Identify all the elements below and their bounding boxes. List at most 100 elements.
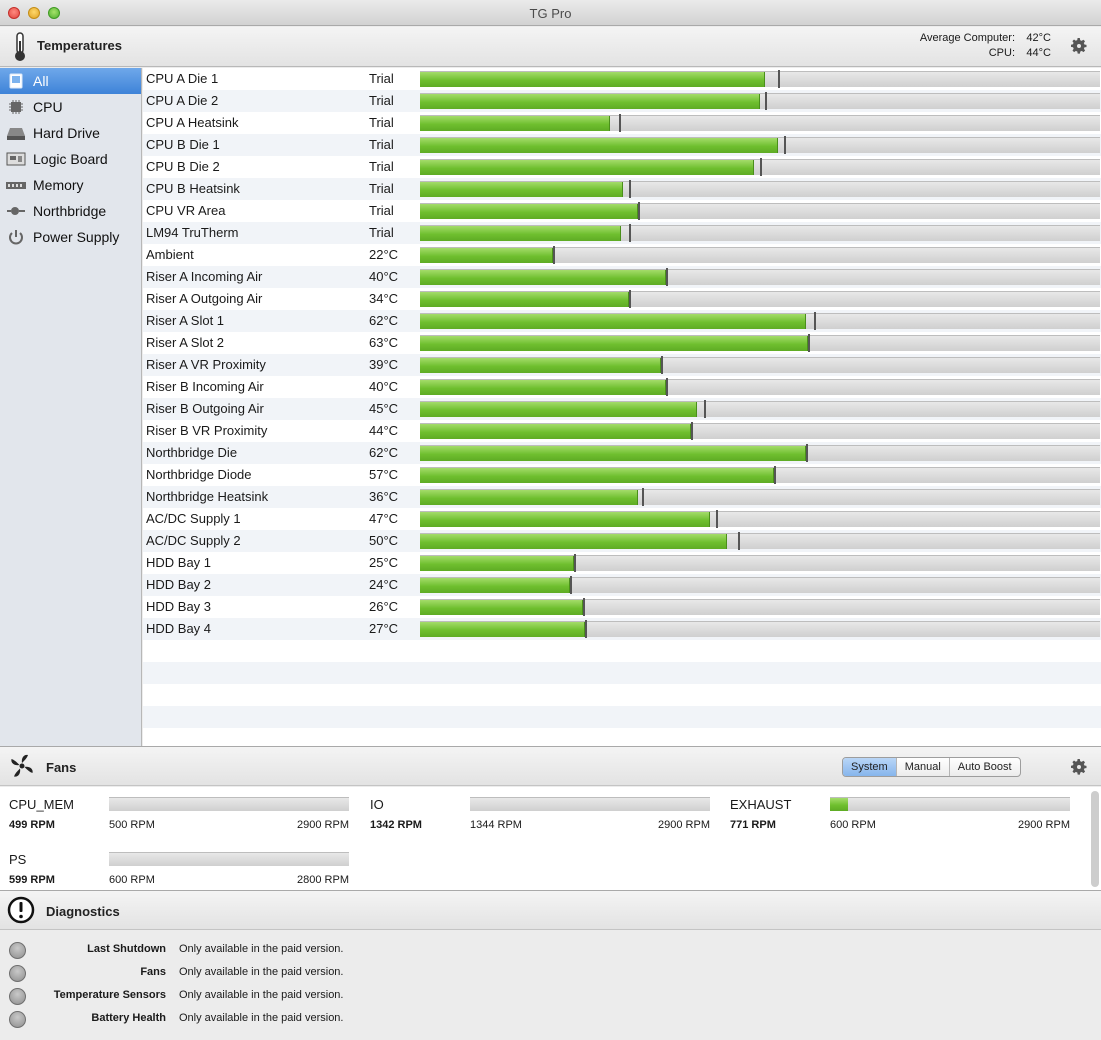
fans-title: Fans xyxy=(46,760,77,775)
sensor-row[interactable]: Riser B VR Proximity 44°C xyxy=(143,420,1101,442)
sensor-name: LM94 TruTherm xyxy=(146,225,239,240)
temperature-bar-fill xyxy=(420,116,610,131)
status-indicator xyxy=(9,965,26,982)
exclamation-icon xyxy=(7,896,35,924)
sensor-name: AC/DC Supply 2 xyxy=(146,533,241,548)
sensor-value: Trial xyxy=(369,203,394,218)
sensor-row[interactable]: CPU A Heatsink Trial xyxy=(143,112,1101,134)
temperature-bar-fill xyxy=(420,468,774,483)
sensor-name: Riser A Incoming Air xyxy=(146,269,263,284)
sensor-value: 39°C xyxy=(369,357,399,372)
sensor-row[interactable]: CPU B Heatsink Trial xyxy=(143,178,1101,200)
diagnostic-value: Only available in the paid version. xyxy=(179,943,344,955)
sensor-row[interactable]: AC/DC Supply 2 50°C xyxy=(143,530,1101,552)
sidebar-item-power-supply[interactable]: Power Supply xyxy=(0,224,141,250)
sidebar-item-all[interactable]: All xyxy=(0,68,141,94)
sensor-row[interactable]: HDD Bay 3 26°C xyxy=(143,596,1101,618)
sensor-name: HDD Bay 4 xyxy=(146,621,212,636)
fans-scrollbar[interactable] xyxy=(1091,791,1099,887)
sidebar-item-logic-board[interactable]: Logic Board xyxy=(0,146,141,172)
temperature-bar xyxy=(420,246,1100,264)
sensor-row[interactable]: Riser A VR Proximity 39°C xyxy=(143,354,1101,376)
sensor-row[interactable]: Riser A Outgoing Air 34°C xyxy=(143,288,1101,310)
fan-mode-auto-boost[interactable]: Auto Boost xyxy=(950,758,1020,776)
fan-io: IO 1342 RPM 1344 RPM 2900 RPM xyxy=(361,787,710,835)
empty-row xyxy=(143,684,1101,706)
fan-min-rpm: 600 RPM xyxy=(830,819,876,831)
sensor-row[interactable]: Ambient 22°C xyxy=(143,244,1101,266)
sensor-row[interactable]: CPU A Die 1 Trial xyxy=(143,68,1101,90)
sidebar-item-label: Hard Drive xyxy=(33,125,100,141)
sensor-row[interactable]: CPU B Die 1 Trial xyxy=(143,134,1101,156)
sensor-value: 62°C xyxy=(369,313,399,328)
thermometer-icon xyxy=(15,32,25,61)
sensor-row[interactable]: Riser B Outgoing Air 45°C xyxy=(143,398,1101,420)
temperature-bar-fill xyxy=(420,512,710,527)
temperature-bar xyxy=(420,70,1100,88)
temperature-bar xyxy=(420,180,1100,198)
status-indicator xyxy=(9,1011,26,1028)
sensor-row[interactable]: HDD Bay 2 24°C xyxy=(143,574,1101,596)
memory-icon xyxy=(5,176,27,194)
max-temperature-marker xyxy=(814,312,816,330)
sensor-row[interactable]: Northbridge Die 62°C xyxy=(143,442,1101,464)
max-temperature-marker xyxy=(629,180,631,198)
sidebar-item-northbridge[interactable]: Northbridge xyxy=(0,198,141,224)
sensor-value: 24°C xyxy=(369,577,399,592)
sensor-row[interactable]: HDD Bay 1 25°C xyxy=(143,552,1101,574)
sidebar-item-memory[interactable]: Memory xyxy=(0,172,141,198)
sensor-value: 36°C xyxy=(369,489,399,504)
fan-mode-system[interactable]: System xyxy=(843,758,897,776)
diagnostic-row-battery-health: Battery Health Only available in the pai… xyxy=(0,1009,600,1029)
gear-icon[interactable] xyxy=(1069,36,1089,56)
sensor-name: CPU B Die 1 xyxy=(146,137,220,152)
temperatures-header: Temperatures Average Computer: 42°C CPU: 4… xyxy=(0,27,1101,67)
fan-name: CPU_MEM xyxy=(9,797,75,812)
max-temperature-marker xyxy=(574,554,576,572)
max-temperature-marker xyxy=(716,510,718,528)
sensor-row[interactable]: Riser A Slot 1 62°C xyxy=(143,310,1101,332)
sensor-row[interactable]: Northbridge Diode 57°C xyxy=(143,464,1101,486)
fan-mode-manual[interactable]: Manual xyxy=(897,758,950,776)
temperature-bar-fill xyxy=(420,270,666,285)
sensor-name: Northbridge Die xyxy=(146,445,238,460)
sensor-row[interactable]: LM94 TruTherm Trial xyxy=(143,222,1101,244)
sensor-row[interactable]: Northbridge Heatsink 36°C xyxy=(143,486,1101,508)
fan-exhaust: EXHAUST 771 RPM 600 RPM 2900 RPM xyxy=(721,787,1070,835)
sidebar-item-cpu[interactable]: CPU xyxy=(0,94,141,120)
sensor-row[interactable]: Riser A Slot 2 63°C xyxy=(143,332,1101,354)
sensor-name: CPU A Heatsink xyxy=(146,115,239,130)
temperature-bar-fill xyxy=(420,380,666,395)
sensor-row[interactable]: AC/DC Supply 1 47°C xyxy=(143,508,1101,530)
temperature-bar-fill xyxy=(420,72,765,87)
temperature-bar-fill xyxy=(420,182,623,197)
sensor-value: 25°C xyxy=(369,555,399,570)
sidebar-item-hard-drive[interactable]: Hard Drive xyxy=(0,120,141,146)
sensor-row[interactable]: CPU A Die 2 Trial xyxy=(143,90,1101,112)
fan-current-rpm: 1342 RPM xyxy=(370,819,422,831)
max-temperature-marker xyxy=(638,202,640,220)
temperature-bar-fill xyxy=(420,248,553,263)
max-temperature-marker xyxy=(661,356,663,374)
max-temperature-marker xyxy=(806,444,808,462)
sensor-row[interactable]: HDD Bay 4 27°C xyxy=(143,618,1101,640)
max-temperature-marker xyxy=(666,378,668,396)
sensor-category-sidebar: All CPU Hard Drive Logic Board Memory No… xyxy=(0,68,142,746)
sensor-row[interactable]: CPU B Die 2 Trial xyxy=(143,156,1101,178)
sensor-row[interactable]: CPU VR Area Trial xyxy=(143,200,1101,222)
sensor-row[interactable]: Riser B Incoming Air 40°C xyxy=(143,376,1101,398)
fan-speed-bar xyxy=(470,797,710,811)
temperature-bar xyxy=(420,136,1100,154)
temperature-bar xyxy=(420,532,1100,550)
fan-name: EXHAUST xyxy=(730,797,792,812)
sensor-row[interactable]: Riser A Incoming Air 40°C xyxy=(143,266,1101,288)
status-indicator xyxy=(9,988,26,1005)
sensor-value: Trial xyxy=(369,159,394,174)
max-temperature-marker xyxy=(774,466,776,484)
temperature-bar xyxy=(420,202,1100,220)
temperature-bar-fill xyxy=(420,402,697,417)
diagnostics-header: Diagnostics xyxy=(0,890,1101,930)
temperature-bar-fill xyxy=(420,490,638,505)
sensor-value: 22°C xyxy=(369,247,399,262)
gear-icon[interactable] xyxy=(1069,757,1089,777)
